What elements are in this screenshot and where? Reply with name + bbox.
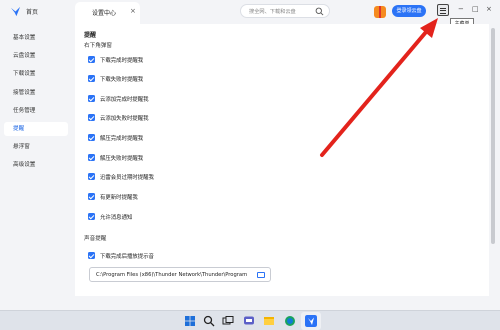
checkbox-checked-icon[interactable] bbox=[88, 193, 95, 200]
task-view-icon[interactable] bbox=[222, 315, 234, 327]
sidebar-item-task[interactable]: 任务管理 bbox=[4, 104, 68, 118]
tab-home[interactable]: 首页 bbox=[26, 7, 38, 16]
checkbox-checked-icon[interactable] bbox=[88, 56, 95, 63]
sidebar-item-advanced[interactable]: 高级设置 bbox=[4, 158, 68, 172]
checkbox-checked-icon[interactable] bbox=[88, 173, 95, 180]
main-menu-button[interactable] bbox=[437, 4, 449, 16]
checkbox-label: 解压完成时提醒我 bbox=[100, 136, 144, 142]
sidebar-item-takeover[interactable]: 接管设置 bbox=[4, 86, 68, 100]
checkbox-label: 云添加失败时提醒我 bbox=[100, 116, 149, 122]
close-window-icon[interactable]: × bbox=[486, 5, 492, 13]
sound-path-field[interactable]: C:\Program Files (x86)\Thunder Network\T… bbox=[89, 267, 271, 282]
checkbox-label: 云添加完成时提醒我 bbox=[100, 97, 149, 103]
scrollbar-thumb[interactable] bbox=[491, 28, 495, 244]
sidebar-item-reminder[interactable]: 提醒 bbox=[4, 122, 68, 136]
file-explorer-icon[interactable] bbox=[263, 315, 275, 327]
sidebar-item-floating[interactable]: 悬浮窗 bbox=[4, 140, 68, 154]
menu-line-icon bbox=[440, 7, 446, 9]
tab-settings-label: 设置中心 bbox=[92, 10, 117, 17]
settings-sidebar: 基本设置 云盘设置 下载设置 接管设置 任务管理 提醒 悬浮窗 高级设置 bbox=[0, 24, 73, 310]
sidebar-item-basic[interactable]: 基本设置 bbox=[4, 31, 68, 45]
menu-line-icon bbox=[440, 10, 446, 11]
checkbox-label: 下载完成后播放提示音 bbox=[100, 254, 154, 260]
checkbox-label: 有更新时提醒我 bbox=[100, 195, 138, 201]
maximize-icon[interactable]: □ bbox=[472, 5, 479, 13]
chat-icon[interactable] bbox=[243, 315, 255, 327]
checkbox-checked-icon[interactable] bbox=[88, 252, 95, 259]
checkbox-checked-icon[interactable] bbox=[88, 213, 95, 220]
thunder-app-icon[interactable] bbox=[305, 315, 317, 327]
checkbox-checked-icon[interactable] bbox=[88, 134, 95, 141]
folder-icon[interactable] bbox=[257, 272, 265, 278]
sidebar-item-cloud[interactable]: 云盘设置 bbox=[4, 49, 68, 63]
menu-line-icon bbox=[440, 12, 446, 14]
section-title: 提醒 bbox=[84, 32, 97, 39]
gift-icon[interactable] bbox=[374, 6, 386, 18]
checkbox-label: 迅雷会员过期时提醒我 bbox=[100, 175, 154, 181]
settings-panel: 提醒 右下角弹窗 下载完成时提醒我 下载失败时提醒我 云添加完成时提醒我 云添加… bbox=[75, 24, 489, 310]
popup-group-title: 右下角弹窗 bbox=[84, 43, 112, 49]
title-bar: 首页 设置中心 × 搜全网、下载和云盘 登录领云盘 − □ × bbox=[0, 0, 500, 24]
login-button[interactable]: 登录领云盘 bbox=[392, 5, 426, 17]
checkbox-checked-icon[interactable] bbox=[88, 75, 95, 82]
checkbox-label: 下载失败时提醒我 bbox=[100, 77, 144, 83]
checkbox-label: 允许消息通知 bbox=[100, 215, 133, 221]
search-input[interactable]: 搜全网、下载和云盘 bbox=[240, 4, 330, 18]
windows-start-icon[interactable] bbox=[184, 315, 196, 327]
sidebar-item-download[interactable]: 下载设置 bbox=[4, 67, 68, 81]
edge-icon[interactable] bbox=[284, 315, 296, 327]
tab-close-icon[interactable]: × bbox=[130, 7, 136, 15]
minimize-icon[interactable]: − bbox=[458, 5, 464, 13]
taskbar bbox=[0, 310, 500, 330]
sound-group-title: 声音提醒 bbox=[84, 236, 107, 242]
scrollbar[interactable] bbox=[490, 26, 496, 306]
checkbox-label: 下载完成时提醒我 bbox=[100, 58, 144, 64]
tab-settings[interactable]: 设置中心 × bbox=[75, 2, 140, 24]
checkbox-checked-icon[interactable] bbox=[88, 154, 95, 161]
checkbox-label: 解压失败时提醒我 bbox=[100, 156, 144, 162]
thunder-logo-icon bbox=[10, 6, 21, 17]
sound-path-value: C:\Program Files (x86)\Thunder Network\T… bbox=[96, 272, 248, 278]
panel-footer-divider bbox=[75, 296, 489, 310]
checkbox-checked-icon[interactable] bbox=[88, 114, 95, 121]
checkbox-checked-icon[interactable] bbox=[88, 95, 95, 102]
search-placeholder: 搜全网、下载和云盘 bbox=[249, 9, 296, 15]
search-icon[interactable] bbox=[315, 7, 324, 16]
search-icon[interactable] bbox=[203, 315, 215, 327]
